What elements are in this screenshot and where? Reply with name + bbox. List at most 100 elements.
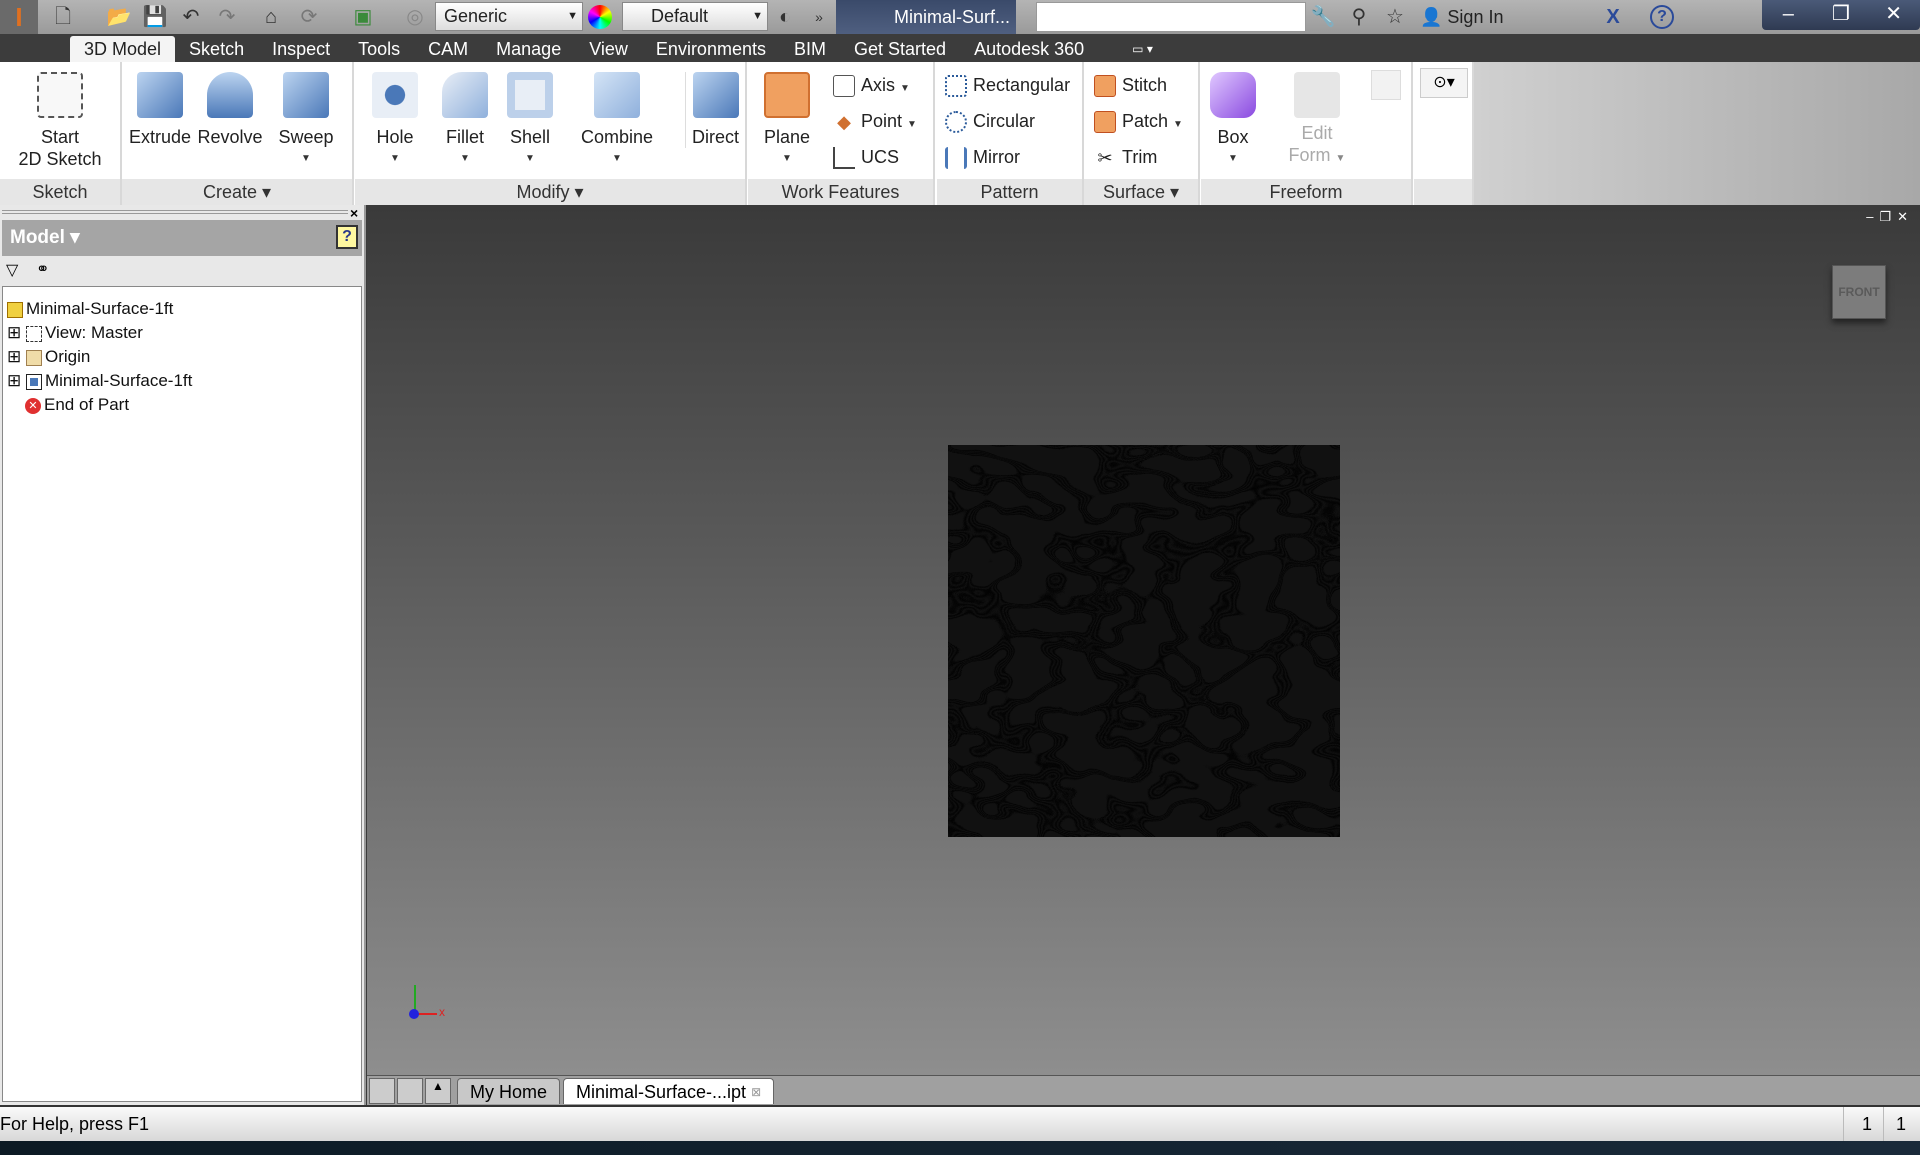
exchange-x-icon[interactable]: X: [1600, 5, 1626, 29]
viewcube[interactable]: FRONT: [1832, 265, 1886, 319]
label: Surface: [1102, 182, 1165, 202]
dropdown-icon[interactable]: ▼: [577, 148, 657, 170]
viewport-minimize-icon[interactable]: –: [1866, 209, 1879, 224]
panel-dropdown-button[interactable]: ⊙▾: [1420, 68, 1468, 98]
dropdown-icon[interactable]: ▼: [435, 148, 495, 170]
browser-header[interactable]: Model ▾ ?: [2, 220, 362, 256]
tab-autodesk-360[interactable]: Autodesk 360: [960, 36, 1098, 62]
appearance-select[interactable]: Default ▼: [622, 2, 768, 31]
tree-node-body[interactable]: ⊞ Minimal-Surface-1ft: [7, 369, 192, 393]
tree-node-origin[interactable]: ⊞ Origin: [7, 345, 90, 369]
browser-grip[interactable]: [2, 210, 348, 214]
app-menu-button[interactable]: I: [0, 0, 38, 34]
close-tab-icon[interactable]: ⊠: [751, 1085, 761, 1099]
panel-label[interactable]: Modify ▾: [355, 179, 745, 205]
clear-appearance-icon[interactable]: ◐: [772, 5, 798, 29]
label: Sweep: [278, 127, 334, 147]
edit-form-button[interactable]: Edit Form ▼: [1281, 72, 1353, 170]
sign-in-button[interactable]: 👤 Sign In: [1420, 4, 1503, 30]
graphics-viewport[interactable]: –❐✕ FRONT x: [367, 205, 1920, 1075]
box-button[interactable]: Box ▼: [1205, 72, 1261, 170]
new-file-icon[interactable]: 🗋: [50, 5, 76, 29]
tree-node-end-of-part[interactable]: ✕ End of Part: [25, 393, 129, 417]
tab-inspect[interactable]: Inspect: [258, 36, 344, 62]
trim-button[interactable]: ✂ Trim: [1094, 144, 1157, 170]
material-select[interactable]: Generic ▼: [435, 2, 583, 31]
panel-label[interactable]: Create ▾: [122, 179, 352, 205]
tab-manage[interactable]: Manage: [482, 36, 575, 62]
find-binoculars-icon[interactable]: ⚭: [36, 259, 49, 279]
start-2d-sketch-button[interactable]: Start 2D Sketch: [10, 72, 110, 170]
convert-icon[interactable]: [1371, 70, 1401, 100]
material-icon[interactable]: ◎: [402, 5, 428, 29]
undo-icon[interactable]: ↶: [178, 5, 204, 29]
extrude-button[interactable]: Extrude: [126, 72, 194, 148]
revolve-button[interactable]: Revolve: [196, 72, 264, 148]
filter-icon[interactable]: ▽: [6, 260, 18, 280]
point-button[interactable]: ◆ Point ▼: [833, 108, 917, 134]
cascade-windows-icon[interactable]: [369, 1078, 395, 1104]
dropdown-icon[interactable]: ▼: [1205, 148, 1261, 170]
circular-pattern-button[interactable]: Circular: [945, 108, 1035, 134]
dropdown-icon[interactable]: ▼: [756, 148, 818, 170]
redo-icon[interactable]: ↷: [214, 5, 240, 29]
subscription-icon[interactable]: ⚲: [1346, 5, 1372, 29]
rectangular-pattern-button[interactable]: Rectangular: [945, 72, 1070, 98]
key-icon[interactable]: 🔧: [1310, 5, 1336, 29]
patch-icon: [1094, 111, 1116, 134]
tab-cam[interactable]: CAM: [414, 36, 482, 62]
tree-node-view[interactable]: ⊞ View: Master: [7, 321, 143, 345]
tab-sketch[interactable]: Sketch: [175, 36, 258, 62]
close-button[interactable]: ✕: [1867, 0, 1920, 30]
home-icon[interactable]: ⌂: [258, 5, 284, 29]
favorites-star-icon[interactable]: ☆: [1382, 5, 1408, 29]
open-documents-menu-icon[interactable]: ▲: [425, 1078, 451, 1104]
more-icon[interactable]: »: [806, 5, 832, 29]
edit-form-icon: [1294, 72, 1340, 118]
minimal-surface-model[interactable]: [948, 445, 1340, 837]
tile-windows-icon[interactable]: [397, 1078, 423, 1104]
viewport-close-icon[interactable]: ✕: [1897, 209, 1914, 224]
restore-button[interactable]: ❐: [1815, 0, 1868, 30]
hole-icon: [372, 72, 418, 118]
browser-help-icon[interactable]: ?: [336, 225, 358, 249]
tab-bim[interactable]: BIM: [780, 36, 840, 62]
direct-button[interactable]: Direct: [685, 72, 745, 148]
select-icon[interactable]: ▣: [350, 5, 376, 29]
dropdown-icon[interactable]: ▼: [365, 148, 425, 170]
sweep-button[interactable]: Sweep ▼: [272, 72, 340, 170]
patch-button[interactable]: Patch ▼: [1094, 108, 1183, 134]
tree-node-part[interactable]: Minimal-Surface-1ft: [7, 297, 173, 321]
dropdown-icon[interactable]: ▼: [272, 148, 340, 170]
tab-tools[interactable]: Tools: [344, 36, 414, 62]
minimize-button[interactable]: –: [1762, 0, 1815, 30]
revolve-icon: [207, 72, 253, 118]
fillet-button[interactable]: Fillet ▼: [435, 72, 495, 170]
tab-view[interactable]: View: [575, 36, 642, 62]
plane-button[interactable]: Plane ▼: [756, 72, 818, 170]
ribbon-display-toggle[interactable]: ▭ ▾: [1118, 36, 1167, 62]
tab-3d-model[interactable]: 3D Model: [70, 36, 176, 62]
panel-label[interactable]: Surface ▾: [1084, 179, 1198, 205]
panel-surface: Stitch Patch ▼ ✂ Trim Surface ▾: [1084, 62, 1200, 205]
ucs-button[interactable]: UCS: [833, 144, 899, 170]
dropdown-icon[interactable]: ▼: [500, 148, 560, 170]
update-icon[interactable]: ⟳: [296, 5, 322, 29]
shell-button[interactable]: Shell ▼: [500, 72, 560, 170]
help-button[interactable]: ?: [1650, 5, 1674, 29]
stitch-button[interactable]: Stitch: [1094, 72, 1167, 98]
tab-get-started[interactable]: Get Started: [840, 36, 960, 62]
browser-close-button[interactable]: ×: [350, 205, 358, 221]
label: Patch: [1122, 111, 1169, 131]
tab-document[interactable]: Minimal-Surface-...ipt ⊠: [563, 1078, 775, 1104]
viewport-restore-icon[interactable]: ❐: [1879, 209, 1897, 224]
tab-my-home[interactable]: My Home: [457, 1078, 561, 1104]
open-icon[interactable]: 📂: [106, 5, 132, 29]
save-icon[interactable]: 💾: [142, 5, 168, 29]
help-search-input[interactable]: [1036, 2, 1306, 32]
mirror-button[interactable]: Mirror: [945, 144, 1020, 170]
tab-environments[interactable]: Environments: [642, 36, 780, 62]
combine-button[interactable]: Combine ▼: [577, 72, 657, 170]
hole-button[interactable]: Hole ▼: [365, 72, 425, 170]
axis-button[interactable]: Axis ▼: [833, 72, 910, 98]
